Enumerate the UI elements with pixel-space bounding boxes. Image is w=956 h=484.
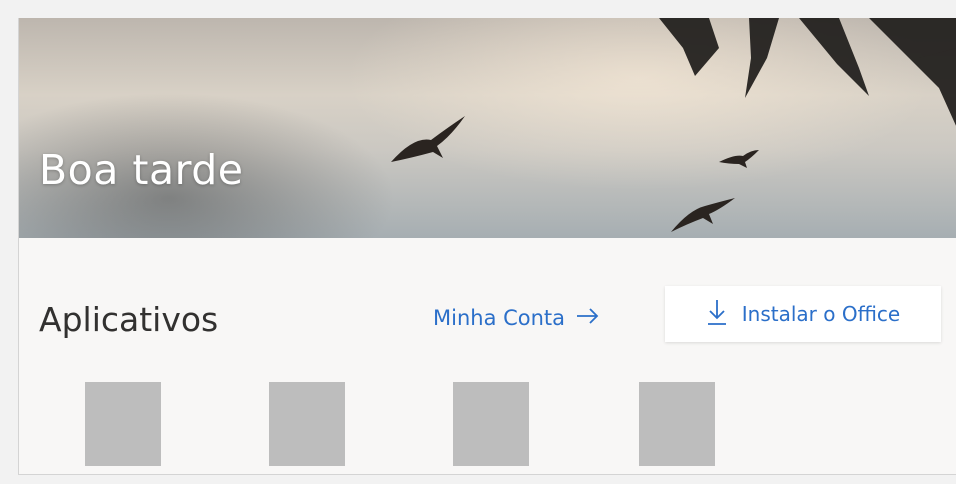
app-tile-1[interactable] [85,382,161,466]
palm-and-birds-illustration [391,18,956,232]
app-tile-2[interactable] [269,382,345,466]
app-tile-4[interactable] [639,382,715,466]
apps-section: Aplicativos Minha Conta Instalar o Offic… [19,238,956,474]
arrow-right-icon [575,306,601,330]
install-office-label: Instalar o Office [741,302,901,326]
hero-banner: Boa tarde [19,18,956,238]
my-account-link[interactable]: Minha Conta [433,306,601,330]
office-home-card: Boa tarde Aplicativos Minha Conta Instal… [18,18,956,475]
download-icon [706,298,728,331]
greeting-heading: Boa tarde [39,146,244,194]
install-office-button[interactable]: Instalar o Office [665,286,941,342]
apps-title: Aplicativos [39,300,219,339]
app-tile-3[interactable] [453,382,529,466]
my-account-link-label: Minha Conta [433,306,566,330]
